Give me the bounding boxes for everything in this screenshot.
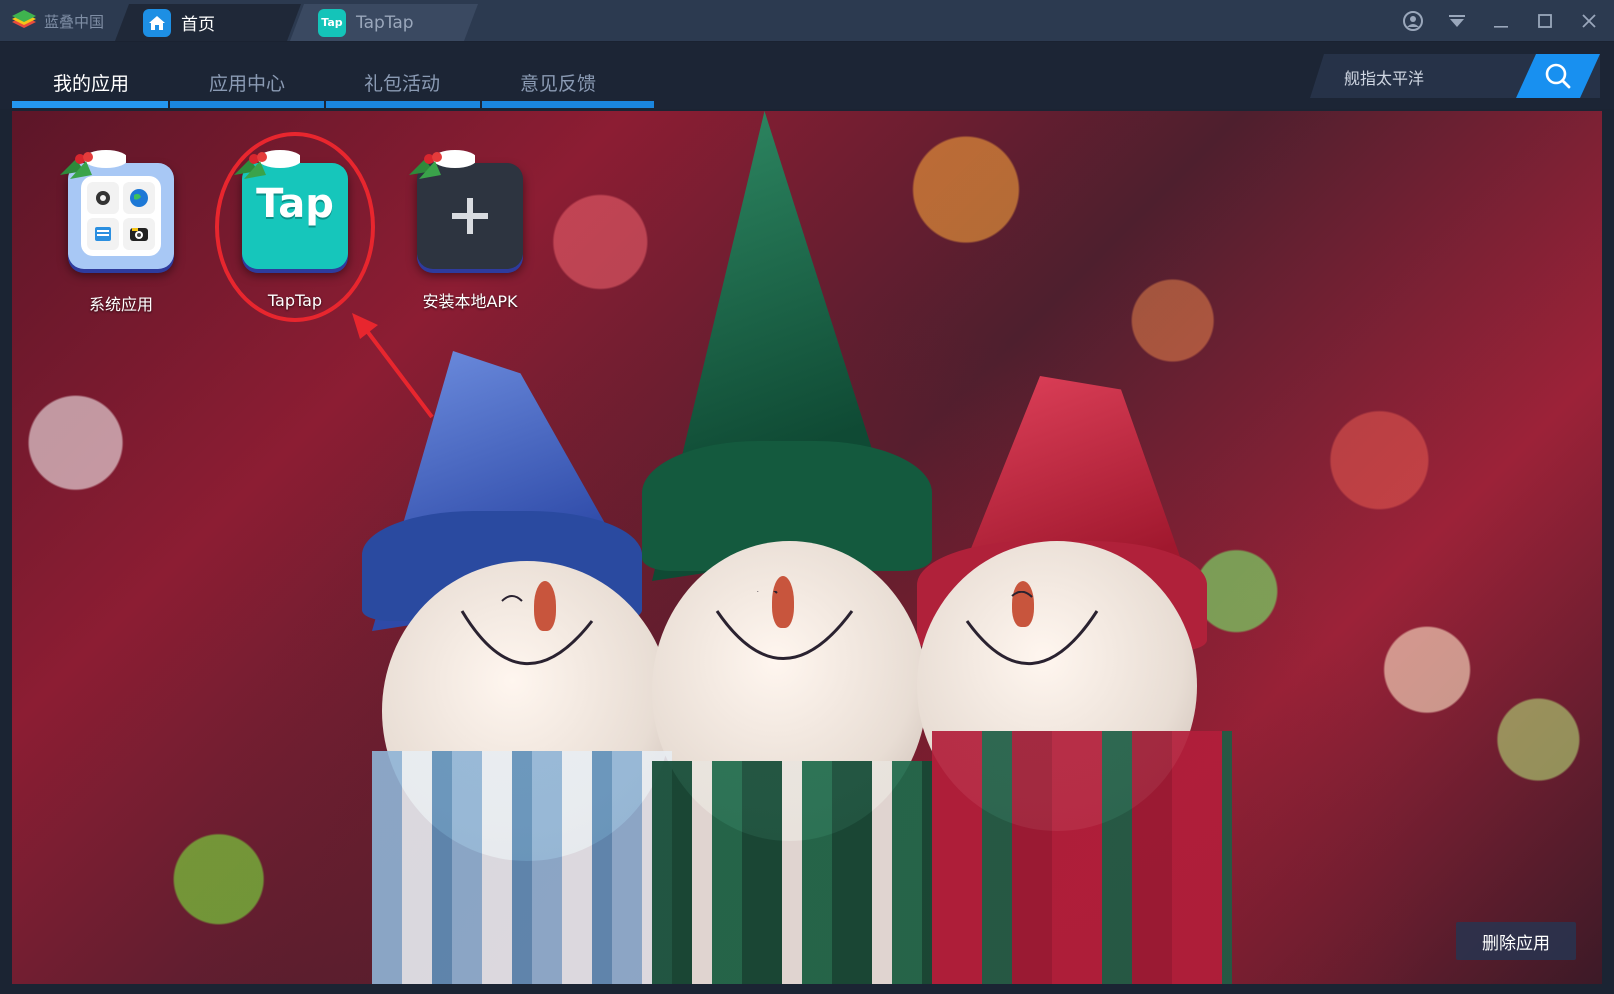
brand: 蓝叠中国 [10, 8, 104, 34]
nav-my-apps[interactable]: 我的应用 [12, 69, 170, 96]
app-label: 系统应用 [88, 295, 153, 314]
nav-app-center[interactable]: 应用中心 [168, 69, 326, 96]
taptap-icon: Tap [318, 9, 346, 37]
nav-active-indicator [12, 101, 168, 108]
tab-taptap[interactable]: Tap TapTap [290, 4, 478, 41]
nav-indicator [170, 101, 324, 108]
tab-home[interactable]: 首页 [115, 4, 301, 41]
close-icon[interactable] [1578, 10, 1600, 32]
add-icon [452, 198, 488, 234]
file-manager-icon [87, 218, 119, 250]
desktop-area: 系统应用 Tap TapTap 安装本地APK 删除应用 [12, 111, 1602, 984]
search-input[interactable] [1342, 64, 1516, 90]
tab-home-label: 首页 [181, 15, 215, 35]
search-button[interactable] [1516, 54, 1600, 98]
window-controls [1402, 6, 1600, 36]
browser-icon [123, 182, 155, 214]
home-icon [143, 9, 171, 37]
tab-taptap-label: TapTap [356, 12, 414, 33]
minimize-icon[interactable] [1490, 10, 1512, 32]
nav-feedback[interactable]: 意见反馈 [479, 69, 637, 96]
app-install-apk[interactable]: 安装本地APK [395, 150, 545, 312]
annotation-arrow-icon [352, 313, 434, 419]
menu-dropdown-icon[interactable] [1446, 10, 1468, 32]
system-apps-grid [81, 176, 161, 256]
nav-indicator [482, 101, 654, 108]
maximize-icon[interactable] [1534, 10, 1556, 32]
annotation-circle [215, 132, 375, 322]
settings-icon [87, 182, 119, 214]
nav-gift-events[interactable]: 礼包活动 [323, 69, 481, 96]
title-bar: 蓝叠中国 首页 Tap TapTap [0, 0, 1614, 42]
plus-icon [409, 150, 523, 269]
search-box [1310, 54, 1600, 98]
nav-bar: 我的应用 应用中心 礼包活动 意见反馈 [0, 42, 1614, 109]
delete-apps-button[interactable]: 删除应用 [1456, 922, 1576, 960]
brand-name: 蓝叠中国 [44, 12, 105, 31]
app-system[interactable]: 系统应用 [46, 150, 196, 315]
camera-icon [123, 218, 155, 250]
app-label: 安装本地APK [422, 292, 518, 311]
holly-decoration-icon [60, 150, 126, 179]
search-icon [1544, 62, 1572, 90]
account-icon[interactable] [1402, 10, 1424, 32]
bluestacks-logo [10, 10, 38, 32]
nav-indicator [326, 101, 480, 108]
system-apps-icon [60, 150, 174, 269]
holly-decoration-icon [409, 150, 475, 179]
